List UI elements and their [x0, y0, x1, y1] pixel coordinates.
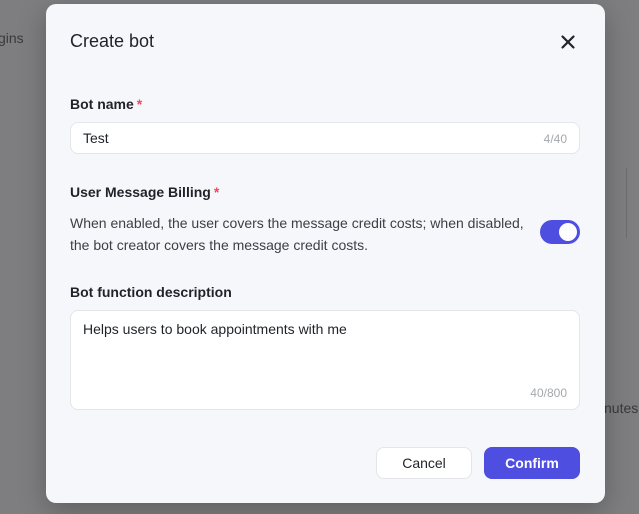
close-icon [561, 35, 575, 49]
background-minutes-text: nutes [604, 400, 639, 416]
description-value: Helps users to book appointments with me [83, 321, 347, 337]
bot-name-label-text: Bot name [70, 96, 134, 112]
required-mark: * [136, 96, 143, 112]
billing-toggle[interactable] [540, 220, 580, 244]
background-panel [626, 168, 639, 238]
billing-label: User Message Billing * [70, 184, 219, 200]
billing-description: When enabled, the user covers the messag… [70, 215, 524, 253]
bot-name-value: Test [83, 130, 109, 146]
background-plugins-text: gins [0, 30, 24, 46]
description-counter: 40/800 [530, 386, 567, 400]
billing-label-text: User Message Billing [70, 184, 211, 200]
bot-name-counter: 4/40 [543, 132, 567, 146]
close-button[interactable] [556, 30, 580, 54]
cancel-button[interactable]: Cancel [376, 447, 472, 479]
create-bot-dialog: Create bot Bot name * Test 4/40 User Mess… [46, 4, 605, 503]
confirm-button[interactable]: Confirm [484, 447, 580, 479]
description-label: Bot function description [70, 284, 232, 300]
bot-name-input[interactable]: Test 4/40 [70, 122, 580, 154]
bot-name-label: Bot name * [70, 96, 142, 112]
description-textarea[interactable]: Helps users to book appointments with me… [70, 310, 580, 410]
toggle-knob [559, 223, 577, 241]
required-mark: * [213, 184, 220, 200]
dialog-title: Create bot [70, 31, 155, 51]
